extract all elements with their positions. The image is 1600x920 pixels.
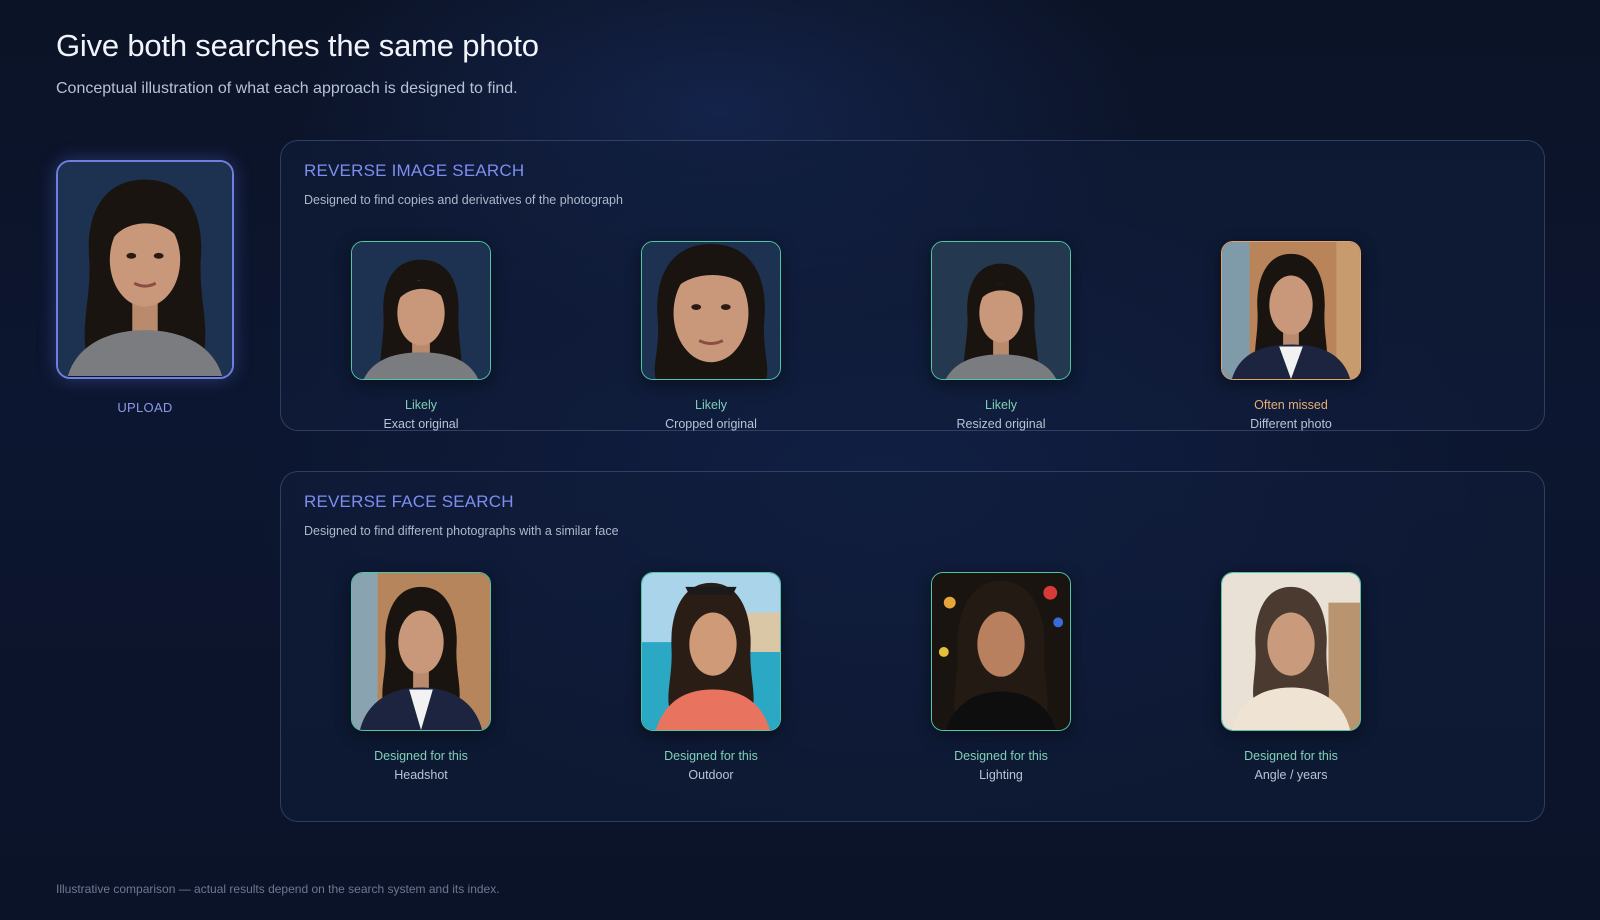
result-card-headshot[interactable]: Designed for this Headshot: [331, 572, 511, 782]
result-thumbnail[interactable]: [1221, 241, 1361, 380]
reverse-image-search-panel: REVERSE IMAGE SEARCH Designed to find co…: [280, 140, 1545, 431]
result-caption: Resized original: [956, 417, 1046, 431]
result-status: Likely: [695, 398, 727, 412]
result-status: Likely: [985, 398, 1017, 412]
result-card-different-photo[interactable]: Often missed Different photo: [1201, 241, 1381, 431]
result-caption: Lighting: [979, 768, 1023, 782]
result-card-cropped-original[interactable]: Likely Cropped original: [621, 241, 801, 431]
result-card-angle-years[interactable]: Designed for this Angle / years: [1201, 572, 1381, 782]
uploaded-photo[interactable]: [56, 160, 234, 379]
result-status: Designed for this: [664, 749, 758, 763]
result-caption: Headshot: [394, 768, 448, 782]
result-card-lighting[interactable]: Designed for this Lighting: [911, 572, 1091, 782]
portrait-image: [642, 573, 780, 730]
result-status: Designed for this: [374, 749, 468, 763]
result-caption: Angle / years: [1254, 768, 1328, 782]
result-caption: Cropped original: [665, 417, 757, 431]
portrait-image: [1222, 573, 1360, 730]
result-card-resized-original[interactable]: Likely Resized original: [911, 241, 1091, 431]
result-caption: Different photo: [1250, 417, 1332, 431]
reverse-face-search-panel: REVERSE FACE SEARCH Designed to find dif…: [280, 471, 1545, 822]
portrait-image: [352, 573, 490, 730]
result-status: Often missed: [1254, 398, 1328, 412]
footer-note: Illustrative comparison — actual results…: [56, 882, 500, 896]
result-card-outdoor[interactable]: Designed for this Outdoor: [621, 572, 801, 782]
upload-label: UPLOAD: [117, 400, 173, 415]
result-status: Designed for this: [1244, 749, 1338, 763]
page-title: Give both searches the same photo: [56, 28, 539, 63]
panel-title: REVERSE IMAGE SEARCH: [304, 161, 525, 180]
panel-title: REVERSE FACE SEARCH: [304, 492, 514, 511]
result-card-exact-original[interactable]: Likely Exact original: [331, 241, 511, 431]
result-status: Likely: [405, 398, 437, 412]
result-thumbnail[interactable]: [1221, 572, 1361, 731]
result-thumbnail[interactable]: [641, 572, 781, 731]
portrait-image: [932, 573, 1070, 730]
portrait-image: [642, 242, 780, 379]
portrait-image: [58, 162, 232, 377]
result-thumbnail[interactable]: [931, 241, 1071, 380]
panel-description: Designed to find different photographs w…: [304, 524, 619, 538]
portrait-image: [1222, 242, 1360, 379]
result-thumbnail[interactable]: [351, 572, 491, 731]
result-thumbnail[interactable]: [931, 572, 1071, 731]
result-caption: Exact original: [383, 417, 459, 431]
result-thumbnail[interactable]: [641, 241, 781, 380]
result-caption: Outdoor: [688, 768, 734, 782]
portrait-image: [932, 242, 1070, 379]
portrait-image: [352, 242, 490, 379]
result-thumbnail[interactable]: [351, 241, 491, 380]
result-status: Designed for this: [954, 749, 1048, 763]
panel-description: Designed to find copies and derivatives …: [304, 193, 623, 207]
page-subtitle: Conceptual illustration of what each app…: [56, 80, 518, 97]
